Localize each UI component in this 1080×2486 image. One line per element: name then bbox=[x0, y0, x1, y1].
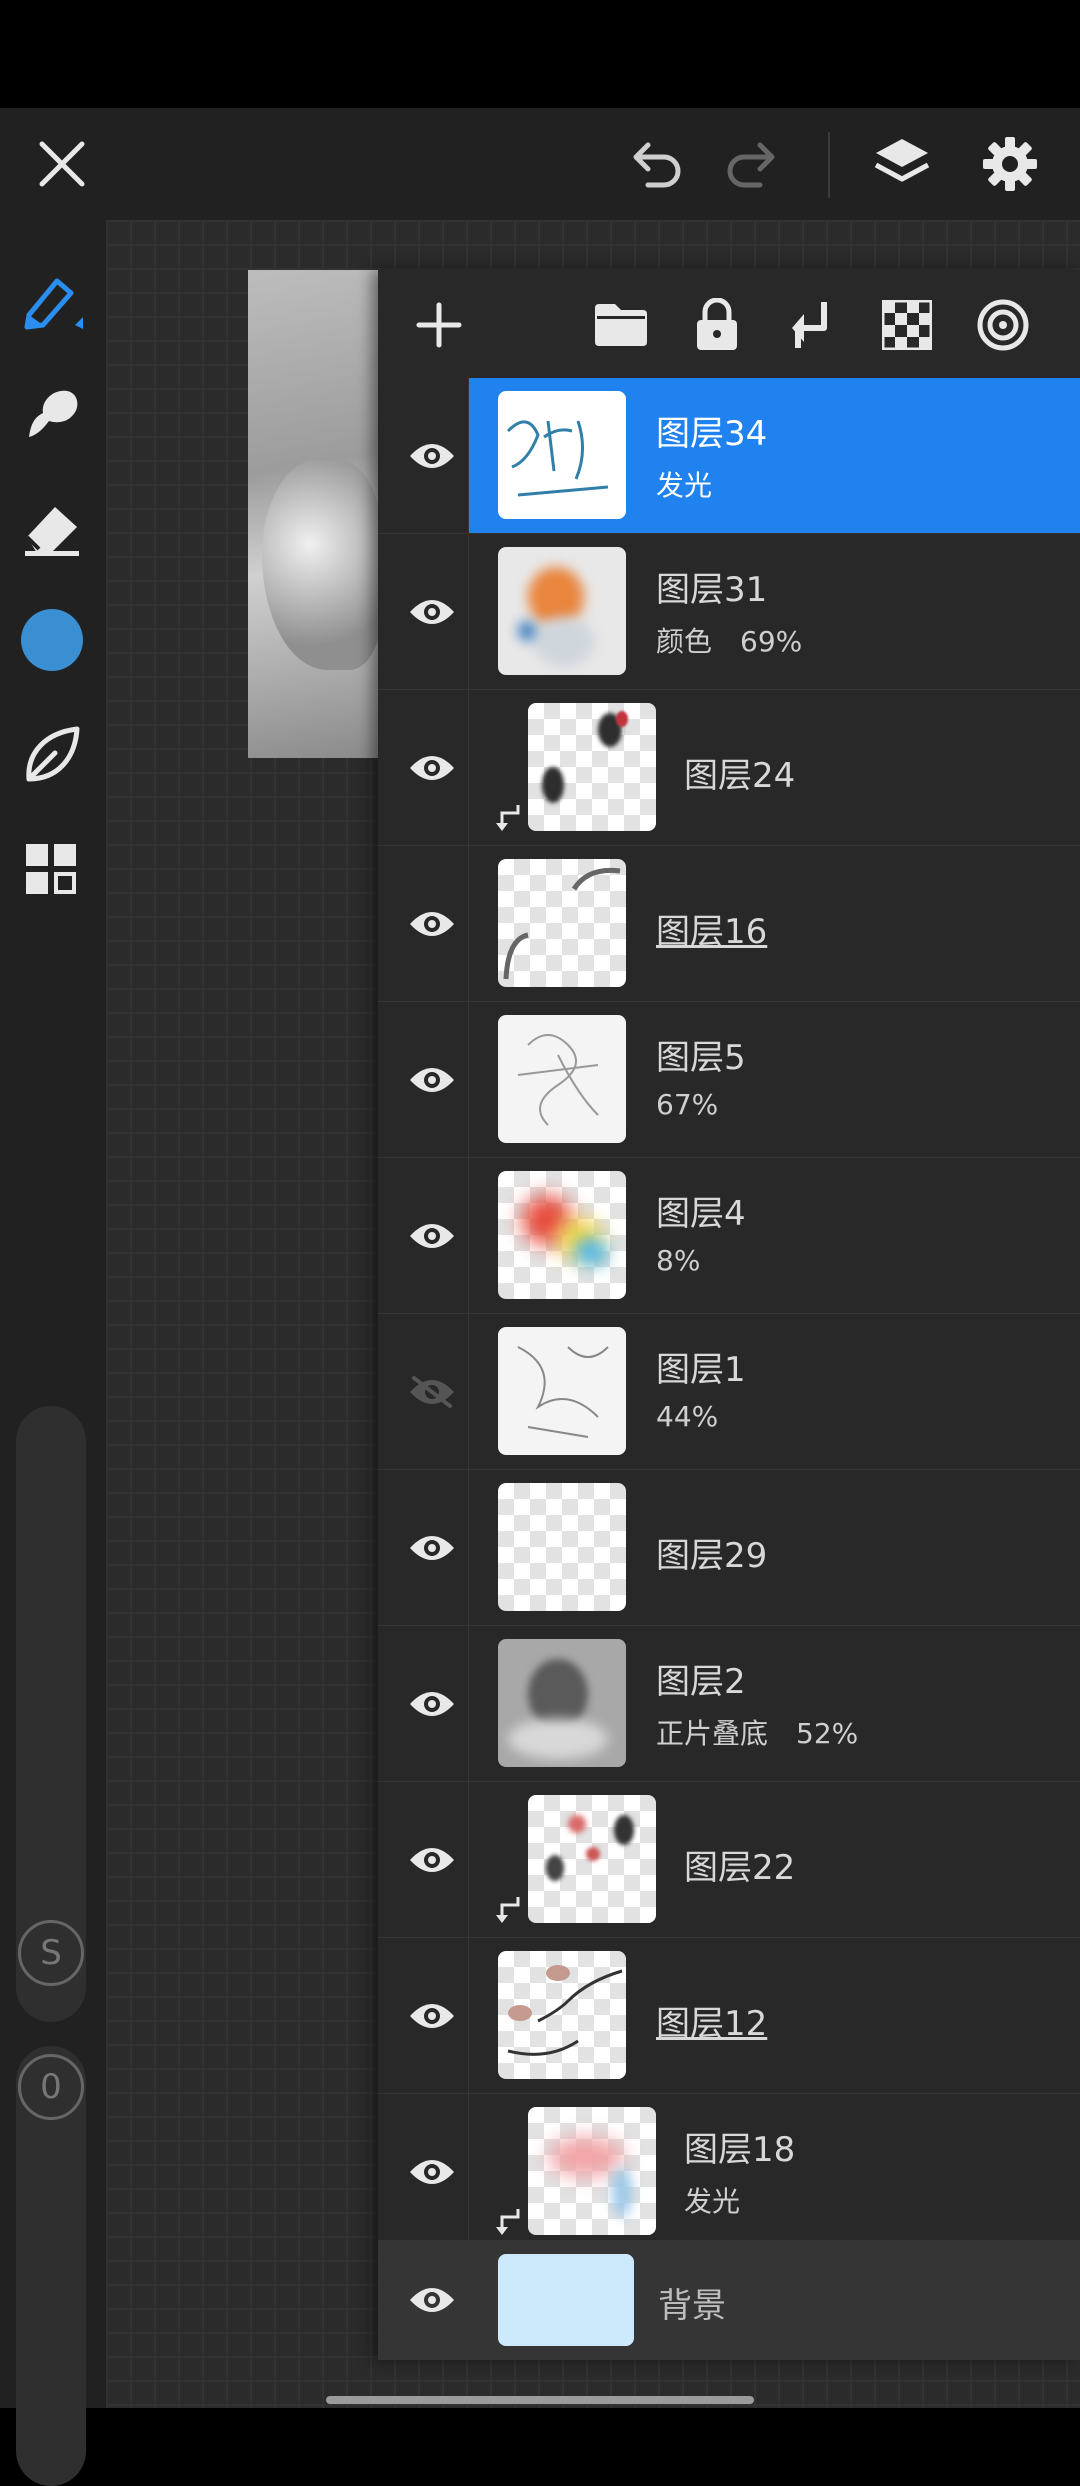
eye-icon[interactable] bbox=[396, 888, 468, 960]
background-layer-name: 背景 bbox=[658, 2286, 726, 2326]
layer-row[interactable]: 图层1 44% bbox=[378, 1314, 1080, 1470]
layer-name: 图层16 bbox=[656, 912, 768, 952]
eye-icon[interactable] bbox=[396, 1824, 468, 1896]
layer-thumbnail bbox=[498, 391, 626, 519]
layer-name: 图层2 bbox=[656, 1662, 746, 1702]
pencil-icon[interactable] bbox=[12, 260, 92, 340]
layer-name: 图层12 bbox=[656, 2004, 768, 2044]
layer-row[interactable]: 图层2 正片叠底 52% bbox=[378, 1626, 1080, 1782]
redo-icon[interactable] bbox=[710, 122, 794, 206]
eye-icon[interactable] bbox=[396, 1200, 468, 1272]
layer-blend: 发光 bbox=[656, 469, 713, 502]
layer-thumbnail bbox=[498, 547, 626, 675]
close-icon[interactable] bbox=[20, 122, 104, 206]
home-indicator[interactable] bbox=[326, 2396, 754, 2404]
ring-target-icon[interactable] bbox=[968, 290, 1038, 360]
layer-blend: 发光 bbox=[684, 2185, 741, 2218]
layer-row[interactable]: 图层4 8% bbox=[378, 1158, 1080, 1314]
tool-sidebar: S 0 bbox=[0, 220, 106, 2486]
eye-icon[interactable] bbox=[396, 420, 468, 492]
clipping-arrow-icon bbox=[496, 1895, 522, 1925]
layer-thumbnail bbox=[528, 1795, 656, 1923]
eye-icon[interactable] bbox=[396, 2136, 468, 2208]
eye-icon[interactable] bbox=[396, 1512, 468, 1584]
layer-name: 图层18 bbox=[684, 2130, 796, 2170]
layer-row[interactable]: 图层22 bbox=[378, 1782, 1080, 1938]
layer-name: 图层22 bbox=[684, 1848, 796, 1888]
folder-icon[interactable] bbox=[586, 290, 656, 360]
layer-name: 图层1 bbox=[656, 1350, 746, 1390]
layers-icon[interactable] bbox=[860, 122, 944, 206]
layer-name: 图层24 bbox=[684, 756, 796, 796]
layer-row[interactable]: 图层31 颜色 69% bbox=[378, 534, 1080, 690]
layer-thumbnail bbox=[498, 1171, 626, 1299]
layer-row[interactable]: 图层29 bbox=[378, 1470, 1080, 1626]
merge-down-icon[interactable] bbox=[776, 290, 846, 360]
eye-icon[interactable] bbox=[396, 1668, 468, 1740]
undo-icon[interactable] bbox=[614, 122, 698, 206]
layer-blend: 颜色 69% bbox=[656, 625, 803, 658]
layer-name: 图层4 bbox=[656, 1194, 746, 1234]
leaf-icon[interactable] bbox=[12, 714, 92, 794]
brush-size-slider[interactable]: S bbox=[16, 1406, 86, 2022]
layer-row[interactable]: 图层24 bbox=[378, 690, 1080, 846]
settings-icon[interactable] bbox=[968, 122, 1052, 206]
opacity-knob[interactable]: 0 bbox=[18, 2054, 84, 2120]
layer-row[interactable]: 图层12 bbox=[378, 1938, 1080, 2094]
lock-icon[interactable] bbox=[682, 290, 752, 360]
eye-icon[interactable] bbox=[396, 1980, 468, 2052]
background-color-swatch[interactable] bbox=[498, 2254, 634, 2346]
layer-thumbnail bbox=[498, 1639, 626, 1767]
opacity-slider[interactable]: 0 bbox=[16, 2046, 86, 2486]
layer-thumbnail bbox=[528, 2107, 656, 2235]
toolbar-divider bbox=[828, 132, 830, 198]
layer-name: 图层29 bbox=[656, 1536, 768, 1576]
layer-row[interactable]: 图层18 发光 bbox=[378, 2094, 1080, 2250]
layer-thumbnail bbox=[498, 859, 626, 987]
layer-thumbnail bbox=[498, 1015, 626, 1143]
layer-row[interactable]: 图层34 发光 bbox=[378, 378, 1080, 534]
brush-size-knob[interactable]: S bbox=[18, 1920, 84, 1986]
eye-hidden-icon[interactable] bbox=[396, 1356, 468, 1428]
eye-icon[interactable] bbox=[396, 576, 468, 648]
canvas-artwork bbox=[248, 270, 382, 758]
layer-panel: 图层34 发光 图层31 颜色 69% 图层24 图层16 图层5 67% 图层… bbox=[378, 270, 1080, 2360]
layer-row[interactable]: 图层16 bbox=[378, 846, 1080, 1002]
layer-blend: 正片叠底 52% bbox=[656, 1717, 859, 1750]
layer-thumbnail bbox=[498, 1327, 626, 1455]
clipping-arrow-icon bbox=[496, 803, 522, 833]
add-layer-icon[interactable] bbox=[404, 290, 474, 360]
color-icon[interactable] bbox=[12, 600, 92, 680]
status-bar bbox=[0, 0, 1080, 108]
grid-icon[interactable] bbox=[12, 830, 92, 910]
layer-thumbnail bbox=[498, 1483, 626, 1611]
layer-panel-toolbar bbox=[378, 270, 1080, 378]
layer-thumbnail bbox=[528, 703, 656, 831]
layer-thumbnail bbox=[498, 1951, 626, 2079]
background-layer-row[interactable]: 背景 bbox=[378, 2240, 1080, 2360]
layer-name: 图层34 bbox=[656, 414, 768, 454]
current-color-swatch bbox=[21, 609, 83, 671]
eye-icon[interactable] bbox=[396, 732, 468, 804]
layer-list: 图层34 发光 图层31 颜色 69% 图层24 图层16 图层5 67% 图层… bbox=[378, 378, 1080, 2250]
alpha-checker-icon[interactable] bbox=[872, 290, 942, 360]
layer-opacity: 44% bbox=[656, 1400, 719, 1433]
eraser-icon[interactable] bbox=[12, 488, 92, 568]
clipping-arrow-icon bbox=[496, 2207, 522, 2237]
layer-row[interactable]: 图层5 67% bbox=[378, 1002, 1080, 1158]
layer-name: 图层5 bbox=[656, 1038, 746, 1078]
eye-icon[interactable] bbox=[396, 2264, 468, 2336]
layer-opacity: 8% bbox=[656, 1244, 701, 1277]
eye-icon[interactable] bbox=[396, 1044, 468, 1116]
top-toolbar bbox=[0, 108, 1080, 220]
smudge-icon[interactable] bbox=[12, 374, 92, 454]
layer-name: 图层31 bbox=[656, 570, 768, 610]
layer-opacity: 67% bbox=[656, 1088, 719, 1121]
